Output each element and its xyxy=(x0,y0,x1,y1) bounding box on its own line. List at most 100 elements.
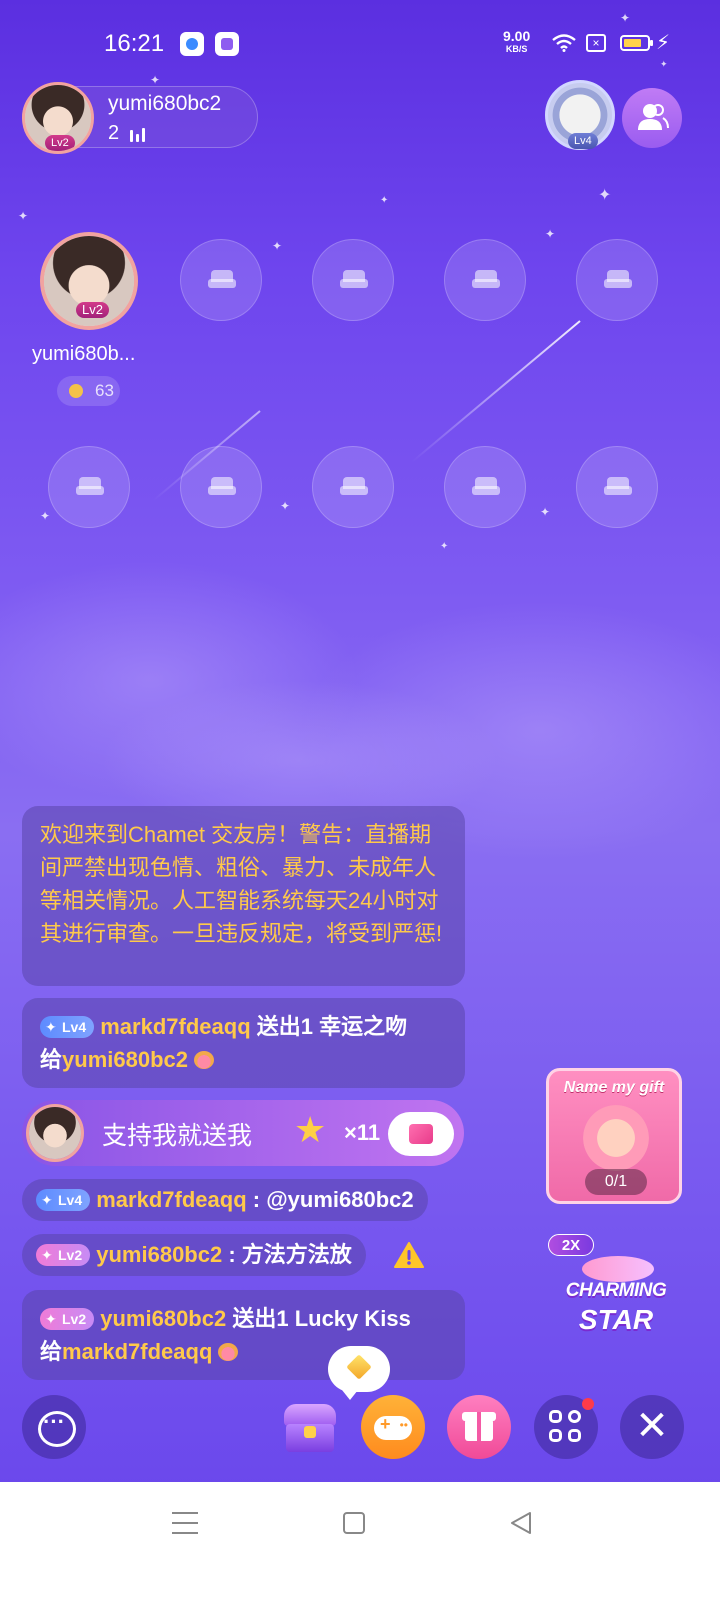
game-button[interactable] xyxy=(361,1395,425,1459)
user-level-tag: Lv2 xyxy=(40,1308,95,1330)
wifi-icon xyxy=(552,34,576,52)
name-gift-progress: 0/1 xyxy=(585,1169,647,1195)
name-my-gift-card[interactable]: Name my gift 0/1 xyxy=(546,1068,682,1204)
system-warning-message: 欢迎来到Chamet 交友房！警告：直播期间严禁出现色情、粗俗、暴力、未成年人等… xyxy=(22,806,465,986)
gift-message: Lv4 markd7fdeaqq 送出1 幸运之吻 给yumi680bc2 xyxy=(22,998,465,1088)
charming-title: CHARMING xyxy=(565,1280,667,1301)
gift-to-prefix: 给 xyxy=(40,1047,63,1072)
sofa-icon xyxy=(340,270,368,290)
avatar-photo xyxy=(29,1107,81,1159)
mention-message: Lv4 markd7fdeaqq : @yumi680bc2 xyxy=(22,1179,428,1221)
shooting-star-decoration xyxy=(410,320,581,464)
send-gift-button[interactable] xyxy=(388,1112,454,1156)
network-speed: 9.00 KB/S xyxy=(503,29,530,56)
star-decoration: ✦ xyxy=(280,499,291,513)
back-icon[interactable] xyxy=(508,1510,534,1536)
recent-apps-icon[interactable] xyxy=(172,1512,198,1534)
empty-seat[interactable] xyxy=(576,239,658,321)
empty-seat[interactable] xyxy=(444,446,526,528)
sofa-icon xyxy=(208,270,236,290)
seat-occupied-avatar[interactable]: Lv2 xyxy=(40,232,138,330)
sofa-icon xyxy=(604,270,632,290)
apps-grid-icon xyxy=(568,1429,581,1442)
notification-dot xyxy=(582,1398,594,1410)
sender-name[interactable]: yumi680bc2 xyxy=(100,1306,226,1331)
star-decoration: ✦ xyxy=(440,541,449,552)
sender-name[interactable]: markd7fdeaqq xyxy=(96,1187,246,1212)
close-room-button[interactable]: ✕ xyxy=(620,1395,684,1459)
empty-seat[interactable] xyxy=(444,239,526,321)
promo-text: 支持我就送我 xyxy=(102,1122,253,1150)
gift-message: Lv2 yumi680bc2 送出1 Lucky Kiss 给markd7fde… xyxy=(22,1290,465,1380)
message-text: : @yumi680bc2 xyxy=(252,1187,414,1212)
seat-user-name: yumi680b... xyxy=(32,343,136,365)
sofa-icon xyxy=(340,477,368,497)
star-decoration: ✦ xyxy=(598,187,612,204)
promo-gift-count: ×11 xyxy=(344,1120,381,1145)
kiss-gift-icon xyxy=(218,1343,239,1361)
star-decoration: ✦ xyxy=(620,11,631,25)
star-decoration: ✦ xyxy=(272,239,283,253)
empty-seat[interactable] xyxy=(312,446,394,528)
chat-message: Lv2 yumi680bc2 : 方法方法放 xyxy=(22,1234,366,1276)
rank-medal[interactable]: Lv4 xyxy=(545,80,615,150)
sofa-icon xyxy=(604,477,632,497)
promo-avatar xyxy=(26,1104,84,1162)
user-level-tag: Lv4 xyxy=(36,1189,91,1211)
empty-seat[interactable] xyxy=(312,239,394,321)
star-decoration: ✦ xyxy=(380,195,389,206)
kiss-gift-icon xyxy=(193,1051,214,1069)
charming-star-banner[interactable]: 2X CHARMING STAR xyxy=(548,1228,680,1348)
diamond-recharge-bubble[interactable] xyxy=(328,1346,390,1400)
gift-action-text: 送出1 幸运之吻 xyxy=(256,1014,408,1039)
empty-seat[interactable] xyxy=(576,446,658,528)
gift-button[interactable] xyxy=(447,1395,511,1459)
star-decoration: ✦ xyxy=(40,509,51,523)
rank-level-badge: Lv4 xyxy=(568,133,598,149)
report-warning-icon[interactable] xyxy=(394,1241,424,1269)
sender-name[interactable]: yumi680bc2 xyxy=(96,1242,222,1267)
members-button[interactable] xyxy=(622,88,682,148)
coin-icon xyxy=(69,384,83,398)
audience-count: 2 xyxy=(108,122,120,144)
apps-grid-icon xyxy=(549,1410,562,1423)
sofa-icon xyxy=(208,477,236,497)
seat-coin-value: 63 xyxy=(95,381,114,400)
star-decoration: ✦ xyxy=(18,209,29,223)
chest-lock xyxy=(304,1426,316,1438)
star-decoration: ✦ xyxy=(540,505,551,519)
empty-seat[interactable] xyxy=(180,239,262,321)
host-level-badge: Lv2 xyxy=(45,135,75,151)
seat-coin-count: 63 xyxy=(57,376,120,406)
home-icon[interactable] xyxy=(343,1512,365,1534)
sender-name[interactable]: markd7fdeaqq xyxy=(100,1014,250,1039)
receiver-name[interactable]: markd7fdeaqq xyxy=(62,1339,212,1364)
sofa-icon xyxy=(472,477,500,497)
empty-seat[interactable] xyxy=(180,446,262,528)
battery-icon xyxy=(620,35,653,51)
user-level-tag: Lv4 xyxy=(40,1016,95,1038)
message-text: : 方法方法放 xyxy=(228,1242,352,1267)
host-name: yumi680bc2 xyxy=(108,92,222,115)
members-icon xyxy=(638,104,669,130)
star-decoration: ✦ xyxy=(545,227,556,241)
multiplier-badge: 2X xyxy=(548,1234,594,1256)
sofa-icon xyxy=(76,477,104,497)
chat-input-button[interactable] xyxy=(22,1395,86,1459)
live-room-screen: ✦ ✦ ✦ ✦ ✦ ✦ ✦ ✦ ✦ ✦ ✦ ✦ 16:21 9.00 KB/S … xyxy=(0,0,720,1510)
empty-seat[interactable] xyxy=(48,446,130,528)
system-navigation-bar xyxy=(0,1482,720,1600)
no-sim-icon: × xyxy=(586,34,606,52)
host-avatar[interactable]: Lv2 xyxy=(22,82,94,154)
status-bar: 16:21 9.00 KB/S × ⚡ xyxy=(0,28,720,62)
seat-level-badge: Lv2 xyxy=(76,302,109,318)
treasure-chest-button[interactable] xyxy=(280,1398,340,1456)
app-notification-icon xyxy=(215,32,239,56)
receiver-name[interactable]: yumi680bc2 xyxy=(62,1047,188,1072)
heart-wings-icon xyxy=(582,1256,654,1282)
apps-grid-icon xyxy=(549,1429,562,1442)
gift-request-banner[interactable]: 支持我就送我 ★ ×11 xyxy=(22,1100,464,1166)
apps-grid-icon xyxy=(568,1410,581,1423)
sofa-icon xyxy=(472,270,500,290)
network-speed-unit: KB/S xyxy=(505,44,528,54)
